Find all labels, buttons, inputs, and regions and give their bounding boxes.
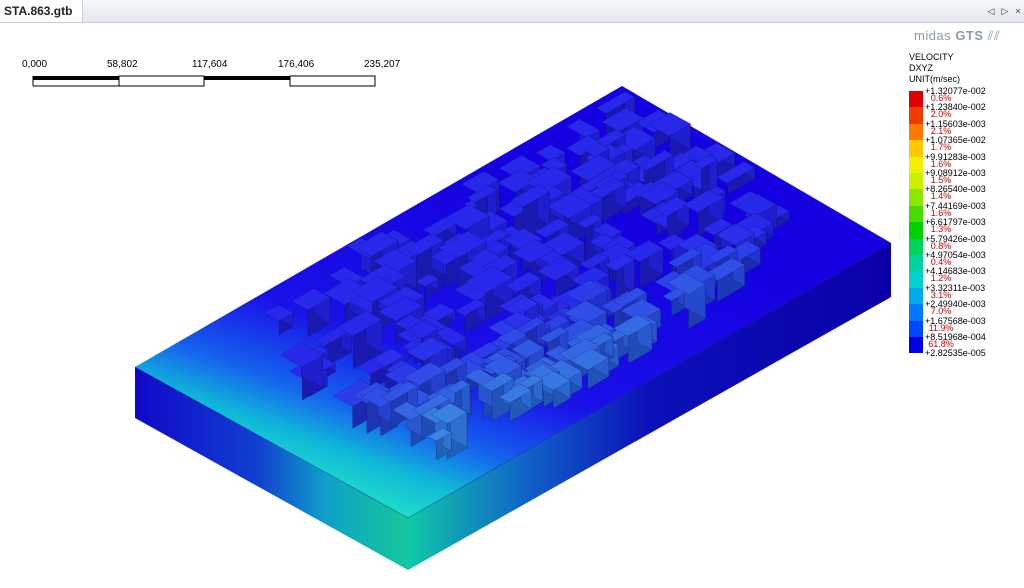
- legend-swatch: [909, 304, 923, 321]
- legend-swatch: [909, 255, 923, 272]
- legend-swatch: [909, 205, 923, 223]
- legend-swatch: [909, 140, 923, 157]
- legend-title: VELOCITY: [909, 52, 954, 62]
- legend-swatch: [909, 123, 923, 141]
- scale-label-2: 117,604: [192, 59, 228, 70]
- legend-swatch: [909, 287, 923, 305]
- legend-value: +1.07365e-002: [925, 135, 986, 146]
- legend-value: +8.26540e-003: [925, 184, 986, 195]
- legend-swatch: [909, 173, 923, 190]
- tab-bar: STA.863.gtb ◁ ▷ ×: [0, 0, 1024, 23]
- legend-value: +2.82535e-005: [925, 348, 986, 359]
- scale-label-4: 235,207: [364, 59, 401, 70]
- tab-close-icon[interactable]: ×: [1011, 4, 1024, 18]
- legend-swatch: [909, 156, 923, 173]
- legend-swatch: [909, 189, 923, 206]
- tab-prev-icon[interactable]: ◁: [984, 4, 998, 18]
- legend-value: +2.49940e-003: [925, 299, 986, 310]
- legend-swatch: [909, 271, 923, 288]
- logo-slash-icon: ⫽⫽: [987, 28, 1001, 43]
- model-viewport[interactable]: 0,000 58,802 117,604 176,406 235,207: [0, 23, 1024, 583]
- legend-swatch: [909, 107, 923, 124]
- scale-bar: 0,000 58,802 117,604 176,406 235,207: [22, 59, 401, 87]
- legend-swatch: [909, 337, 923, 354]
- legend-swatch: [909, 238, 923, 255]
- legend-value: +1.15603e-003: [925, 118, 986, 129]
- model-render: 0,000 58,802 117,604 176,406 235,207: [22, 59, 892, 570]
- legend-swatch: [909, 222, 923, 239]
- legend-value: +8.51968e-004: [925, 332, 986, 342]
- midas-gts-logo: midas GTS ⫽⫽: [914, 28, 1001, 43]
- legend-value: +3.32311e-003: [925, 282, 986, 293]
- legend-value: +4.14683e-003: [925, 266, 986, 277]
- legend-value: +9.08912e-003: [925, 168, 986, 178]
- legend-value: +4.97054e-003: [925, 250, 986, 260]
- legend-value: +6.61797e-003: [925, 217, 986, 228]
- scale-label-3: 176,406: [278, 59, 315, 70]
- legend-value: +7.44169e-003: [925, 200, 986, 211]
- legend-swatch: [909, 91, 923, 108]
- tab-next-icon[interactable]: ▷: [998, 4, 1012, 18]
- legend-value: +1.67568e-003: [925, 315, 986, 326]
- scale-label-0: 0,000: [22, 59, 47, 70]
- legend-unit: UNIT(m/sec): [909, 74, 960, 84]
- legend-value: +1.32077e-002: [925, 86, 986, 96]
- document-tab[interactable]: STA.863.gtb: [0, 0, 84, 22]
- scale-label-1: 58,802: [107, 59, 138, 70]
- legend-swatch: [909, 320, 923, 337]
- legend-value: +1.23840e-002: [925, 102, 986, 113]
- legend-component: DXYZ: [909, 63, 934, 73]
- legend-value: +9.91283e-003: [925, 151, 986, 162]
- legend-value: +5.79426e-003: [925, 233, 986, 244]
